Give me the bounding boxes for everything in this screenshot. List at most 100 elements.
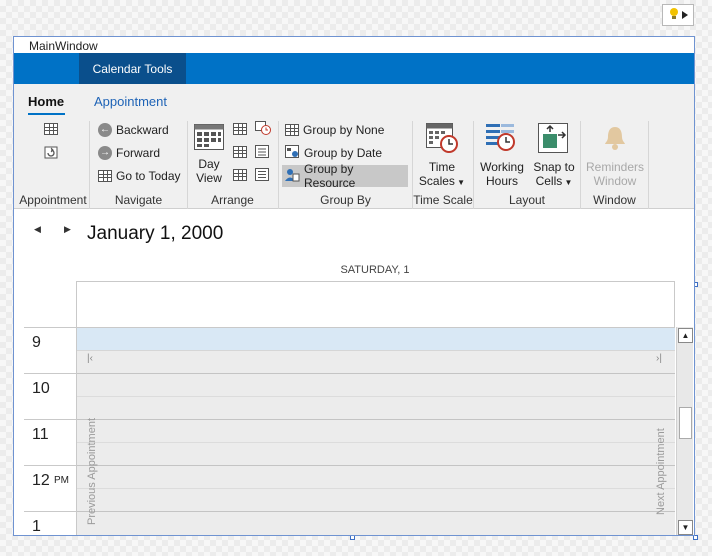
caret-right-icon — [681, 8, 688, 22]
next-appointment-arrow-icon[interactable]: ›| — [656, 353, 662, 364]
forward-label: Forward — [116, 146, 161, 160]
group-by-none-label: Group by None — [303, 123, 385, 137]
half-hour-line — [77, 442, 675, 443]
go-to-today-button[interactable]: Go to Today — [95, 165, 187, 187]
time-cells[interactable]: |‹ ›| Previous Appointment Next Appointm… — [76, 327, 675, 535]
scheduler: ◀ ▶ January 1, 2000 SATURDAY, 1 9 10 11 … — [14, 210, 694, 535]
hour-ampm: PM — [54, 475, 69, 486]
group-label-group-by: Group By — [320, 193, 371, 207]
agenda-view-icon[interactable] — [255, 168, 269, 184]
hour-slot: 12 PM — [24, 465, 76, 511]
hour-label: 10 — [32, 380, 50, 397]
scroll-up-icon[interactable]: ▲ — [678, 328, 693, 343]
dropdown-arrow-icon: ▼ — [562, 178, 573, 187]
snap-to-cells-label-1: Snap to — [533, 160, 575, 174]
group-separator — [648, 121, 649, 209]
new-recurring-appointment-button[interactable] — [44, 145, 58, 162]
work-week-view-icon[interactable] — [233, 123, 247, 135]
context-tab-calendar-tools[interactable]: Calendar Tools — [79, 53, 186, 84]
time-scales-button[interactable]: Time Scales ▼ — [417, 123, 467, 190]
group-label-navigate: Navigate — [114, 193, 163, 207]
time-ruler: 9 10 11 12 PM 1 — [24, 327, 76, 535]
group-by-resource-label: Group by Resource — [304, 162, 356, 190]
hour-label: 11 — [32, 426, 49, 443]
timeline-view-icon[interactable] — [255, 121, 271, 138]
snap-to-cells-icon — [538, 123, 570, 156]
vertical-scrollbar[interactable]: ▲ ▼ — [676, 327, 693, 535]
go-to-today-label: Go to Today — [116, 169, 181, 183]
day-view-icon — [194, 124, 224, 153]
working-hours-icon — [486, 123, 518, 156]
prev-appointment-arrow-icon[interactable]: |‹ — [87, 353, 93, 364]
group-resource-icon — [285, 168, 300, 185]
group-by-resource-button[interactable]: Group by Resource — [282, 162, 408, 190]
main-window: MainWindow Calendar Tools Home Appointme… — [13, 36, 695, 536]
forward-button[interactable]: → Forward — [95, 142, 185, 164]
new-appointment-button[interactable] — [44, 123, 58, 138]
snap-to-cells-button[interactable]: Snap to Cells ▼ — [529, 123, 579, 190]
day-view-label-1: Day — [198, 157, 220, 171]
new-appointment-icon — [44, 123, 58, 135]
active-tab-indicator — [28, 113, 65, 115]
hour-slot: 1 — [24, 511, 76, 535]
day-view-button[interactable]: Day View — [192, 124, 226, 185]
nav-next-icon[interactable]: ▶ — [64, 224, 71, 235]
hour-line — [77, 511, 675, 512]
window-title: MainWindow — [29, 39, 98, 53]
arrange-view-buttons — [233, 121, 273, 191]
reminders-label-1: Reminders — [585, 160, 645, 174]
hour-label: 9 — [32, 334, 41, 351]
working-hours-button[interactable]: Working Hours — [477, 123, 527, 188]
hour-slot: 9 — [24, 327, 76, 373]
group-label-time-scale: Time Scale — [413, 193, 473, 207]
time-scales-label-2-text: Scales — [418, 174, 455, 188]
lightbulb-icon — [669, 7, 679, 24]
nav-prev-icon[interactable]: ◀ — [34, 224, 41, 235]
backward-button[interactable]: ← Backward — [95, 119, 185, 141]
time-scales-icon — [426, 123, 458, 156]
ribbon: Home Appointment Appointment ← Backward … — [14, 84, 694, 209]
next-appointment-button[interactable]: Next Appointment — [655, 428, 667, 515]
group-by-none-button[interactable]: Group by None — [282, 119, 408, 141]
title-bar: MainWindow — [14, 37, 694, 53]
previous-appointment-button[interactable]: Previous Appointment — [86, 418, 98, 525]
hour-line — [77, 373, 675, 374]
group-by-date-label: Group by Date — [304, 146, 383, 160]
hour-line — [77, 465, 675, 466]
working-hours-label-1: Working — [480, 160, 524, 174]
reminders-label-2: Window — [593, 174, 637, 188]
group-by-date-button[interactable]: Group by Date — [282, 142, 408, 164]
tab-home[interactable]: Home — [28, 94, 64, 109]
day-header[interactable]: SATURDAY, 1 — [76, 264, 674, 276]
time-scales-label-1: Time — [428, 160, 456, 174]
arrow-right-circle-icon: → — [98, 146, 112, 160]
context-tab-bar: Calendar Tools — [14, 53, 694, 84]
quick-actions-button[interactable] — [662, 4, 694, 26]
group-none-icon — [285, 124, 299, 136]
scrollbar-thumb[interactable] — [679, 407, 692, 439]
tab-appointment[interactable]: Appointment — [94, 94, 167, 109]
calendar-today-icon — [98, 170, 112, 182]
all-day-area[interactable] — [76, 281, 675, 327]
group-label-window: Window — [593, 193, 636, 207]
month-view-icon[interactable] — [233, 169, 247, 181]
working-hours-label-2: Hours — [485, 174, 518, 188]
selected-time-cell[interactable] — [77, 327, 675, 350]
half-hour-line — [77, 396, 675, 397]
group-label-layout: Layout — [508, 193, 546, 207]
reminders-window-button[interactable]: Reminders Window — [583, 123, 647, 188]
hour-label: 12 — [32, 472, 50, 489]
week-view-icon[interactable] — [233, 146, 247, 158]
bell-icon — [600, 123, 630, 156]
group-label-appointment: Appointment — [19, 193, 87, 207]
new-recurring-appointment-icon — [44, 146, 58, 162]
snap-to-cells-label-2: Cells ▼ — [536, 174, 573, 190]
hour-slot: 10 — [24, 373, 76, 419]
scroll-down-icon[interactable]: ▼ — [678, 520, 693, 535]
date-title: January 1, 2000 — [87, 223, 224, 244]
half-hour-line — [77, 488, 675, 489]
list-view-icon[interactable] — [255, 145, 269, 161]
day-view-label-2: View — [196, 171, 222, 185]
time-scales-label-2: Scales ▼ — [419, 174, 465, 190]
half-hour-line — [77, 350, 675, 351]
